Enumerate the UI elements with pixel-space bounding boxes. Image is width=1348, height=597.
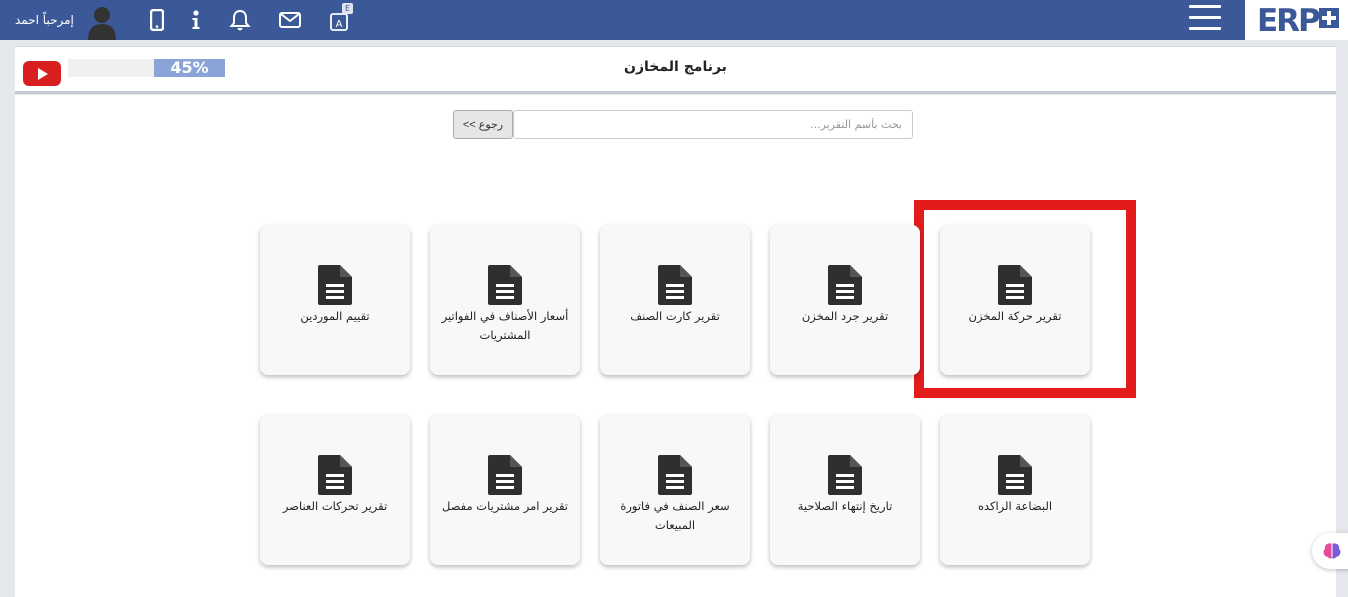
report-card[interactable]: تقرير حركة المخزن xyxy=(940,225,1090,375)
document-icon xyxy=(488,455,522,495)
report-card-label: تقرير حركة المخزن xyxy=(968,309,1062,323)
report-card-label: أسعار الأصناف في الفواتير المشتريات xyxy=(441,309,569,342)
user-avatar-icon[interactable] xyxy=(86,4,118,40)
svg-text:A: A xyxy=(336,19,343,30)
report-card-label: تقرير امر مشتريات مفصل xyxy=(441,499,568,513)
mail-icon[interactable] xyxy=(278,8,302,32)
document-icon xyxy=(318,455,352,495)
report-card[interactable]: أسعار الأصناف في الفواتير المشتريات xyxy=(430,225,580,375)
user-menu[interactable]: إمرحباً احمد xyxy=(15,0,118,40)
mobile-icon[interactable] xyxy=(145,8,169,32)
report-card[interactable]: تقرير امر مشتريات مفصل xyxy=(430,415,580,565)
report-card[interactable]: البضاعة الراكده xyxy=(940,415,1090,565)
report-card[interactable]: تقييم الموردين xyxy=(260,225,410,375)
report-card-label: تقييم الموردين xyxy=(300,309,370,323)
report-card-label: تقرير جرد المخزن xyxy=(801,309,889,323)
document-icon xyxy=(488,265,522,305)
bell-icon[interactable] xyxy=(228,8,252,32)
hamburger-menu-icon[interactable] xyxy=(1189,5,1221,31)
user-greeting[interactable]: إمرحباً احمد xyxy=(15,13,74,27)
page-header: 45% برنامج المخازن xyxy=(15,46,1336,94)
document-icon xyxy=(828,455,862,495)
report-card-label: تقرير تحركات العناصر xyxy=(282,499,388,513)
logo-plus-icon xyxy=(1319,8,1339,28)
top-navbar: إمرحباً احمد A E ERP xyxy=(0,0,1348,40)
document-icon xyxy=(998,265,1032,305)
report-card[interactable]: تاريخ إنتهاء الصلاحية xyxy=(770,415,920,565)
info-icon[interactable] xyxy=(184,8,208,32)
page-title: برنامج المخازن xyxy=(624,59,727,75)
report-search-input[interactable] xyxy=(513,110,913,139)
report-card[interactable]: سعر الصنف في فاتورة المبيعات xyxy=(600,415,750,565)
brain-icon[interactable] xyxy=(1312,533,1348,569)
translate-icon[interactable]: A E xyxy=(328,3,353,32)
document-icon xyxy=(318,265,352,305)
back-button[interactable]: << رجوع xyxy=(453,110,513,139)
report-card-label: تاريخ إنتهاء الصلاحية xyxy=(797,499,893,513)
report-card-label: تقرير كارت الصنف xyxy=(630,309,720,323)
document-icon xyxy=(658,455,692,495)
translate-badge: E xyxy=(342,3,353,14)
report-card[interactable]: تقرير كارت الصنف xyxy=(600,225,750,375)
erp-logo[interactable]: ERP xyxy=(1245,0,1348,40)
report-card-label: البضاعة الراكده xyxy=(977,499,1053,513)
document-icon xyxy=(658,265,692,305)
document-icon xyxy=(998,455,1032,495)
document-icon xyxy=(828,265,862,305)
report-card-label: سعر الصنف في فاتورة المبيعات xyxy=(620,499,730,532)
report-card[interactable]: تقرير جرد المخزن xyxy=(770,225,920,375)
logo-text: ERP xyxy=(1257,3,1321,39)
report-card[interactable]: تقرير تحركات العناصر xyxy=(260,415,410,565)
